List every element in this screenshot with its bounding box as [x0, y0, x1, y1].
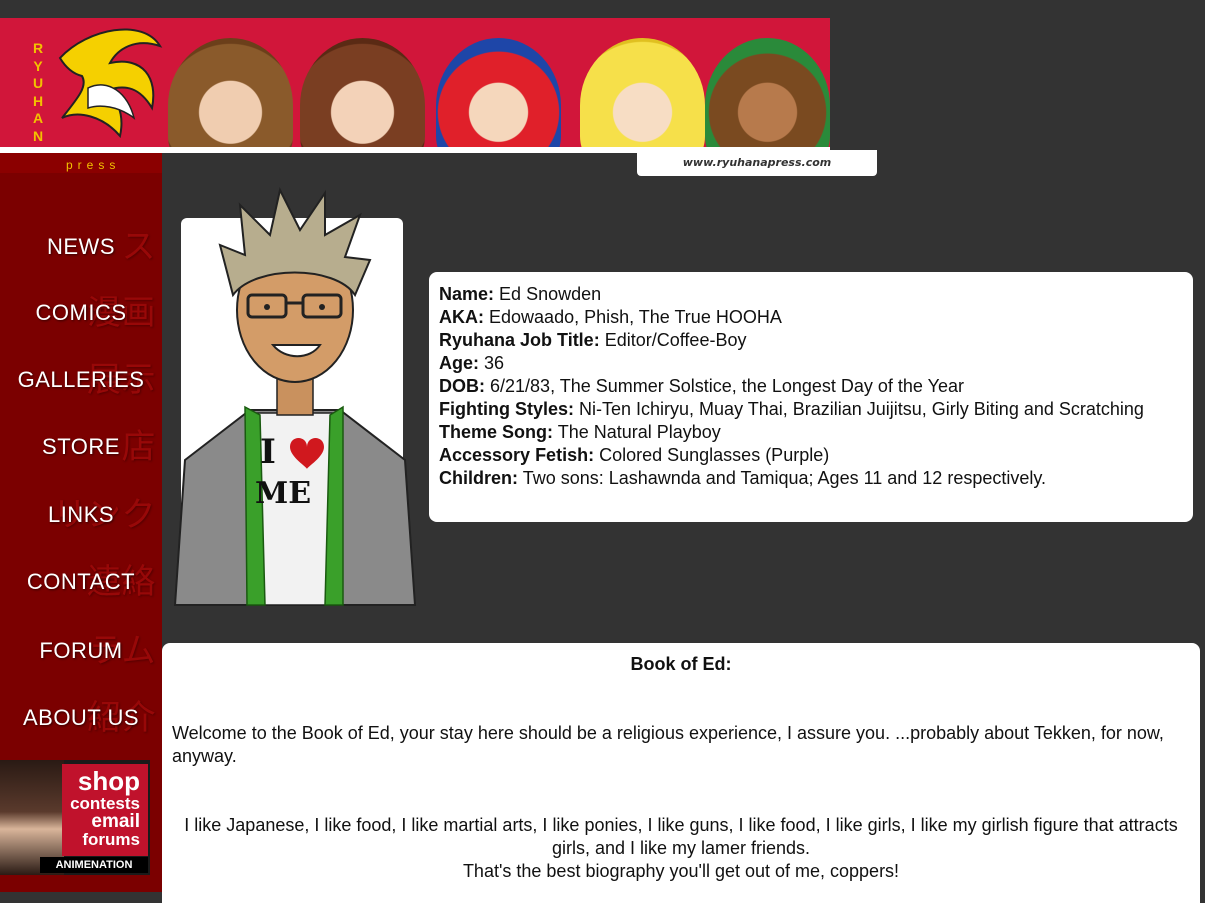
- nav-item-about-us[interactable]: 紹介 ABOUT US: [0, 693, 162, 743]
- profile-value: 36: [484, 353, 505, 373]
- profile-value: Editor/Coffee-Boy: [604, 330, 747, 350]
- profile-row-theme-song: Theme Song: The Natural Playboy: [439, 421, 1183, 444]
- profile-label: Theme Song:: [439, 422, 554, 442]
- profile-row-name: Name: Ed Snowden: [439, 283, 1183, 306]
- profile-row-aka: AKA: Edowaado, Phish, The True HOOHA: [439, 306, 1183, 329]
- bio-paragraph-intro: Welcome to the Book of Ed, your stay her…: [172, 723, 1164, 766]
- nav-label: GALLERIES: [17, 367, 145, 392]
- profile-row-job-title: Ryuhana Job Title: Editor/Coffee-Boy: [439, 329, 1183, 352]
- nav-item-contact[interactable]: 連絡 CONTACT: [0, 557, 162, 607]
- character-illustration-2: [300, 38, 425, 153]
- nav-label: FORUM: [39, 638, 123, 663]
- nav-item-links[interactable]: リンク LINKS: [0, 490, 162, 540]
- character-illustration-5: [705, 38, 830, 153]
- nav-label: NEWS: [47, 234, 115, 259]
- ad-shop-text: shop: [77, 766, 140, 796]
- profile-row-fighting-styles: Fighting Styles: Ni-Ten Ichiryu, Muay Th…: [439, 398, 1183, 421]
- nav-bg-glyph: 店: [121, 427, 156, 467]
- header-banner: R Y U H A N A: [0, 18, 830, 153]
- bio-box: Book of Ed: Welcome to the Book of Ed, y…: [162, 643, 1200, 903]
- profile-value: Ni-Ten Ichiryu, Muay Thai, Brazilian Jui…: [579, 399, 1144, 419]
- shirt-text-i: I: [260, 432, 276, 472]
- animenation-shop-ad[interactable]: shop contests email forums ANIMENATION: [0, 760, 150, 875]
- profile-label: Age:: [439, 353, 479, 373]
- profile-row-accessory-fetish: Accessory Fetish: Colored Sunglasses (Pu…: [439, 444, 1183, 467]
- character-portrait: I ME: [173, 187, 417, 606]
- shirt-text-me: ME: [255, 476, 311, 511]
- nav-bg-glyph: ス: [121, 227, 156, 267]
- nav-item-news[interactable]: ス NEWS: [0, 222, 162, 272]
- character-illustration-1: [168, 38, 293, 153]
- nav-item-store[interactable]: 店 STORE: [0, 422, 162, 472]
- profile-row-children: Children: Two sons: Lashawnda and Tamiqu…: [439, 467, 1183, 490]
- profile-row-dob: DOB: 6/21/83, The Summer Solstice, the L…: [439, 375, 1183, 398]
- profile-row-age: Age: 36: [439, 352, 1183, 375]
- profile-label: Ryuhana Job Title:: [439, 330, 600, 350]
- profile-value: Ed Snowden: [499, 284, 602, 304]
- ad-forums-text: forums: [82, 830, 140, 849]
- nav-label: CONTACT: [26, 569, 136, 594]
- profile-value: Two sons: Lashawnda and Tamiqua; Ages 11…: [522, 468, 1047, 488]
- nav-item-comics[interactable]: 漫画 COMICS: [0, 288, 162, 338]
- logo-phoenix-icon: [58, 28, 163, 139]
- profile-label: Accessory Fetish:: [439, 445, 595, 465]
- nav-label: LINKS: [47, 502, 115, 527]
- profile-value: Edowaado, Phish, The True HOOHA: [489, 307, 782, 327]
- nav-label: ABOUT US: [22, 705, 140, 730]
- profile-label: Children:: [439, 468, 518, 488]
- character-illustration-3: [436, 38, 561, 153]
- character-illustration-4: [580, 38, 705, 153]
- nav-label: COMICS: [35, 300, 127, 325]
- nav-item-galleries[interactable]: 展示 GALLERIES: [0, 355, 162, 405]
- profile-info-box: Name: Ed Snowden AKA: Edowaado, Phish, T…: [429, 272, 1193, 522]
- logo-press-text: press: [66, 158, 121, 172]
- bio-title: Book of Ed:: [630, 654, 732, 674]
- bio-likes-text: I like Japanese, I like food, I like mar…: [184, 815, 1178, 858]
- bio-closing-text: That's the best biography you'll get out…: [462, 861, 900, 881]
- nav-label: STORE: [42, 434, 120, 459]
- profile-label: Fighting Styles:: [439, 399, 574, 419]
- bio-paragraph-likes: I like Japanese, I like food, I like mar…: [172, 814, 1190, 883]
- profile-label: Name:: [439, 284, 495, 304]
- site-url[interactable]: www.ryuhanapress.com: [637, 150, 877, 176]
- profile-value: Colored Sunglasses (Purple): [599, 445, 830, 465]
- ad-brand-logo: ANIMENATION: [40, 857, 148, 873]
- profile-label: AKA:: [439, 307, 484, 327]
- profile-value: The Natural Playboy: [557, 422, 721, 442]
- nav-item-forum[interactable]: ラム FORUM: [0, 626, 162, 676]
- profile-label: DOB:: [439, 376, 485, 396]
- logo-letters: R Y U H A N A: [32, 40, 44, 153]
- profile-value: 6/21/83, The Summer Solstice, the Longes…: [490, 376, 964, 396]
